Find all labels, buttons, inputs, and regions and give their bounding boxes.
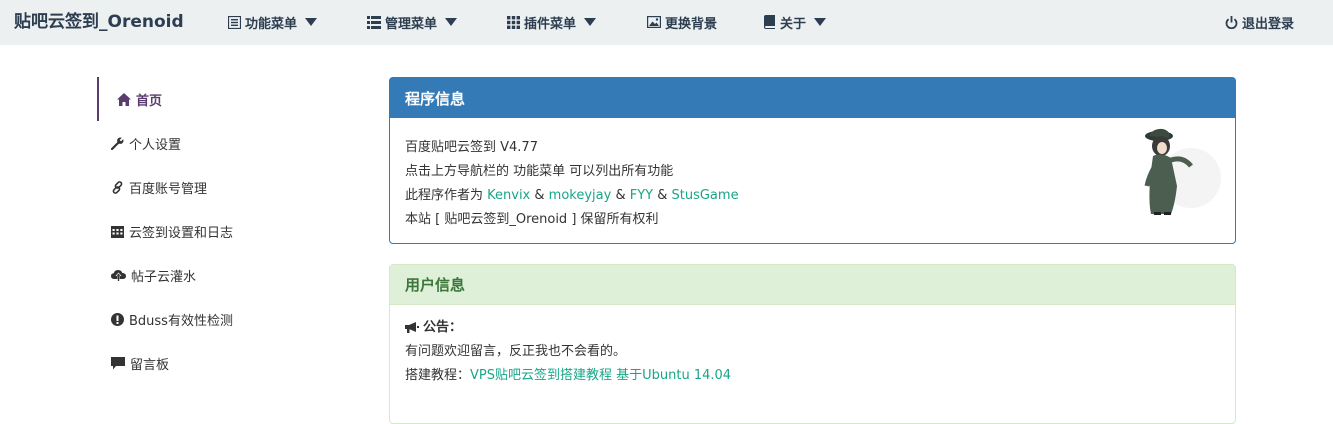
calendar-icon (111, 225, 124, 238)
list-icon (228, 15, 241, 29)
author-link-fyy[interactable]: FYY (630, 188, 653, 203)
amp-separator: & (530, 188, 549, 203)
sidebar-item-label: Bduss有效性检测 (129, 313, 233, 329)
program-info-title: 程序信息 (390, 78, 1235, 118)
nav-plugin-menu[interactable]: 插件菜单 (507, 12, 597, 32)
nav-plugin-menu-label: 插件菜单 (524, 16, 577, 32)
nav-admin-menu-label: 管理菜单 (385, 16, 438, 32)
exclamation-sign-icon (111, 312, 124, 326)
nav-change-background[interactable]: 更换背景 (647, 12, 717, 32)
bullhorn-icon (405, 322, 419, 333)
comment-icon (111, 356, 125, 370)
program-info-body: 百度贴吧云签到 V4.77 点击上方导航栏的 功能菜单 可以列出所有功能 此程序… (390, 118, 1235, 232)
home-icon (117, 92, 131, 106)
program-info-panel: 程序信息 百度贴吧云签到 V4.77 点击上方导航栏的 功能菜单 可以列出所有功… (389, 77, 1236, 244)
sidebar-item-label: 百度账号管理 (129, 181, 208, 197)
th-list-icon (367, 15, 381, 29)
sidebar-item-post-flood[interactable]: 帖子云灌水 (97, 253, 307, 297)
tutorial-link[interactable]: VPS贴吧云签到搭建教程 基于Ubuntu 14.04 (470, 368, 731, 383)
user-avatar (1141, 126, 1223, 216)
sidebar-item-home[interactable]: 首页 (97, 77, 307, 121)
tutorial-prefix: 搭建教程： (405, 368, 471, 383)
nav-about-menu[interactable]: 关于 (764, 12, 827, 32)
author-link-stusgame[interactable]: StusGame (672, 188, 739, 203)
authors-line: 此程序作者为 Kenvix & mokeyjay & FYY & StusGam… (405, 184, 1220, 208)
sidebar-nav: 首页 个人设置 百度账号管理 云签到设置和日志 帖子云灌水 Bduss有效性检测 (97, 77, 307, 385)
sidebar-item-label: 首页 (136, 93, 163, 109)
amp-separator: & (653, 188, 672, 203)
wrench-icon (111, 136, 124, 150)
nav-about-menu-label: 关于 (780, 16, 807, 32)
author-link-kenvix[interactable]: Kenvix (487, 188, 530, 203)
caret-down-icon (814, 18, 827, 26)
version-line: 百度贴吧云签到 V4.77 (405, 140, 538, 155)
nav-function-menu[interactable]: 功能菜单 (228, 12, 318, 32)
nav-admin-menu[interactable]: 管理菜单 (367, 12, 458, 32)
author-link-mokeyjay[interactable]: mokeyjay (549, 188, 612, 203)
book-icon (764, 15, 776, 29)
notice-heading: 公告： (405, 316, 1220, 340)
logout-label: 退出登录 (1242, 16, 1295, 32)
user-info-panel: 用户信息 公告： 有问题欢迎留言，反正我也不会看的。 搭建教程：VPS贴吧云签到… (389, 264, 1236, 424)
sidebar-item-bduss-check[interactable]: Bduss有效性检测 (97, 297, 307, 341)
power-off-icon (1225, 15, 1238, 29)
sidebar-item-guestbook[interactable]: 留言板 (97, 341, 307, 385)
th-icon (507, 15, 520, 29)
cloud-upload-icon (111, 269, 126, 282)
sidebar-item-label: 个人设置 (129, 137, 182, 153)
sidebar-item-sign-settings-log[interactable]: 云签到设置和日志 (97, 209, 307, 253)
authors-prefix: 此程序作者为 (405, 188, 488, 203)
user-info-title: 用户信息 (390, 265, 1235, 305)
sidebar-item-label: 云签到设置和日志 (129, 225, 234, 241)
caret-down-icon (305, 18, 318, 26)
hint-line: 点击上方导航栏的 功能菜单 可以列出所有功能 (405, 164, 674, 179)
tutorial-line: 搭建教程：VPS贴吧云签到搭建教程 基于Ubuntu 14.04 (405, 364, 1220, 388)
sidebar-item-label: 帖子云灌水 (131, 269, 197, 285)
caret-down-icon (584, 18, 597, 26)
rights-line: 本站 [ 贴吧云签到_Orenoid ] 保留所有权利 (405, 212, 659, 227)
link-icon (111, 180, 124, 194)
nav-function-menu-label: 功能菜单 (245, 16, 298, 32)
picture-icon (647, 16, 661, 28)
sidebar-item-personal-settings[interactable]: 个人设置 (97, 121, 307, 165)
site-brand[interactable]: 贴吧云签到_Orenoid (14, 7, 184, 32)
nav-change-background-label: 更换背景 (665, 16, 718, 32)
sidebar-item-baidu-accounts[interactable]: 百度账号管理 (97, 165, 307, 209)
notice-label: 公告： (423, 320, 463, 335)
logout-button[interactable]: 退出登录 (1225, 12, 1294, 32)
caret-down-icon (445, 18, 458, 26)
amp-separator: & (611, 188, 630, 203)
sidebar-item-label: 留言板 (130, 357, 170, 373)
top-navbar: 贴吧云签到_Orenoid 功能菜单 管理菜单 插件菜单 更换背景 关于 退出登… (0, 0, 1333, 45)
notice-text: 有问题欢迎留言，反正我也不会看的。 (405, 344, 627, 359)
user-info-body: 公告： 有问题欢迎留言，反正我也不会看的。 搭建教程：VPS贴吧云签到搭建教程 … (390, 305, 1235, 388)
